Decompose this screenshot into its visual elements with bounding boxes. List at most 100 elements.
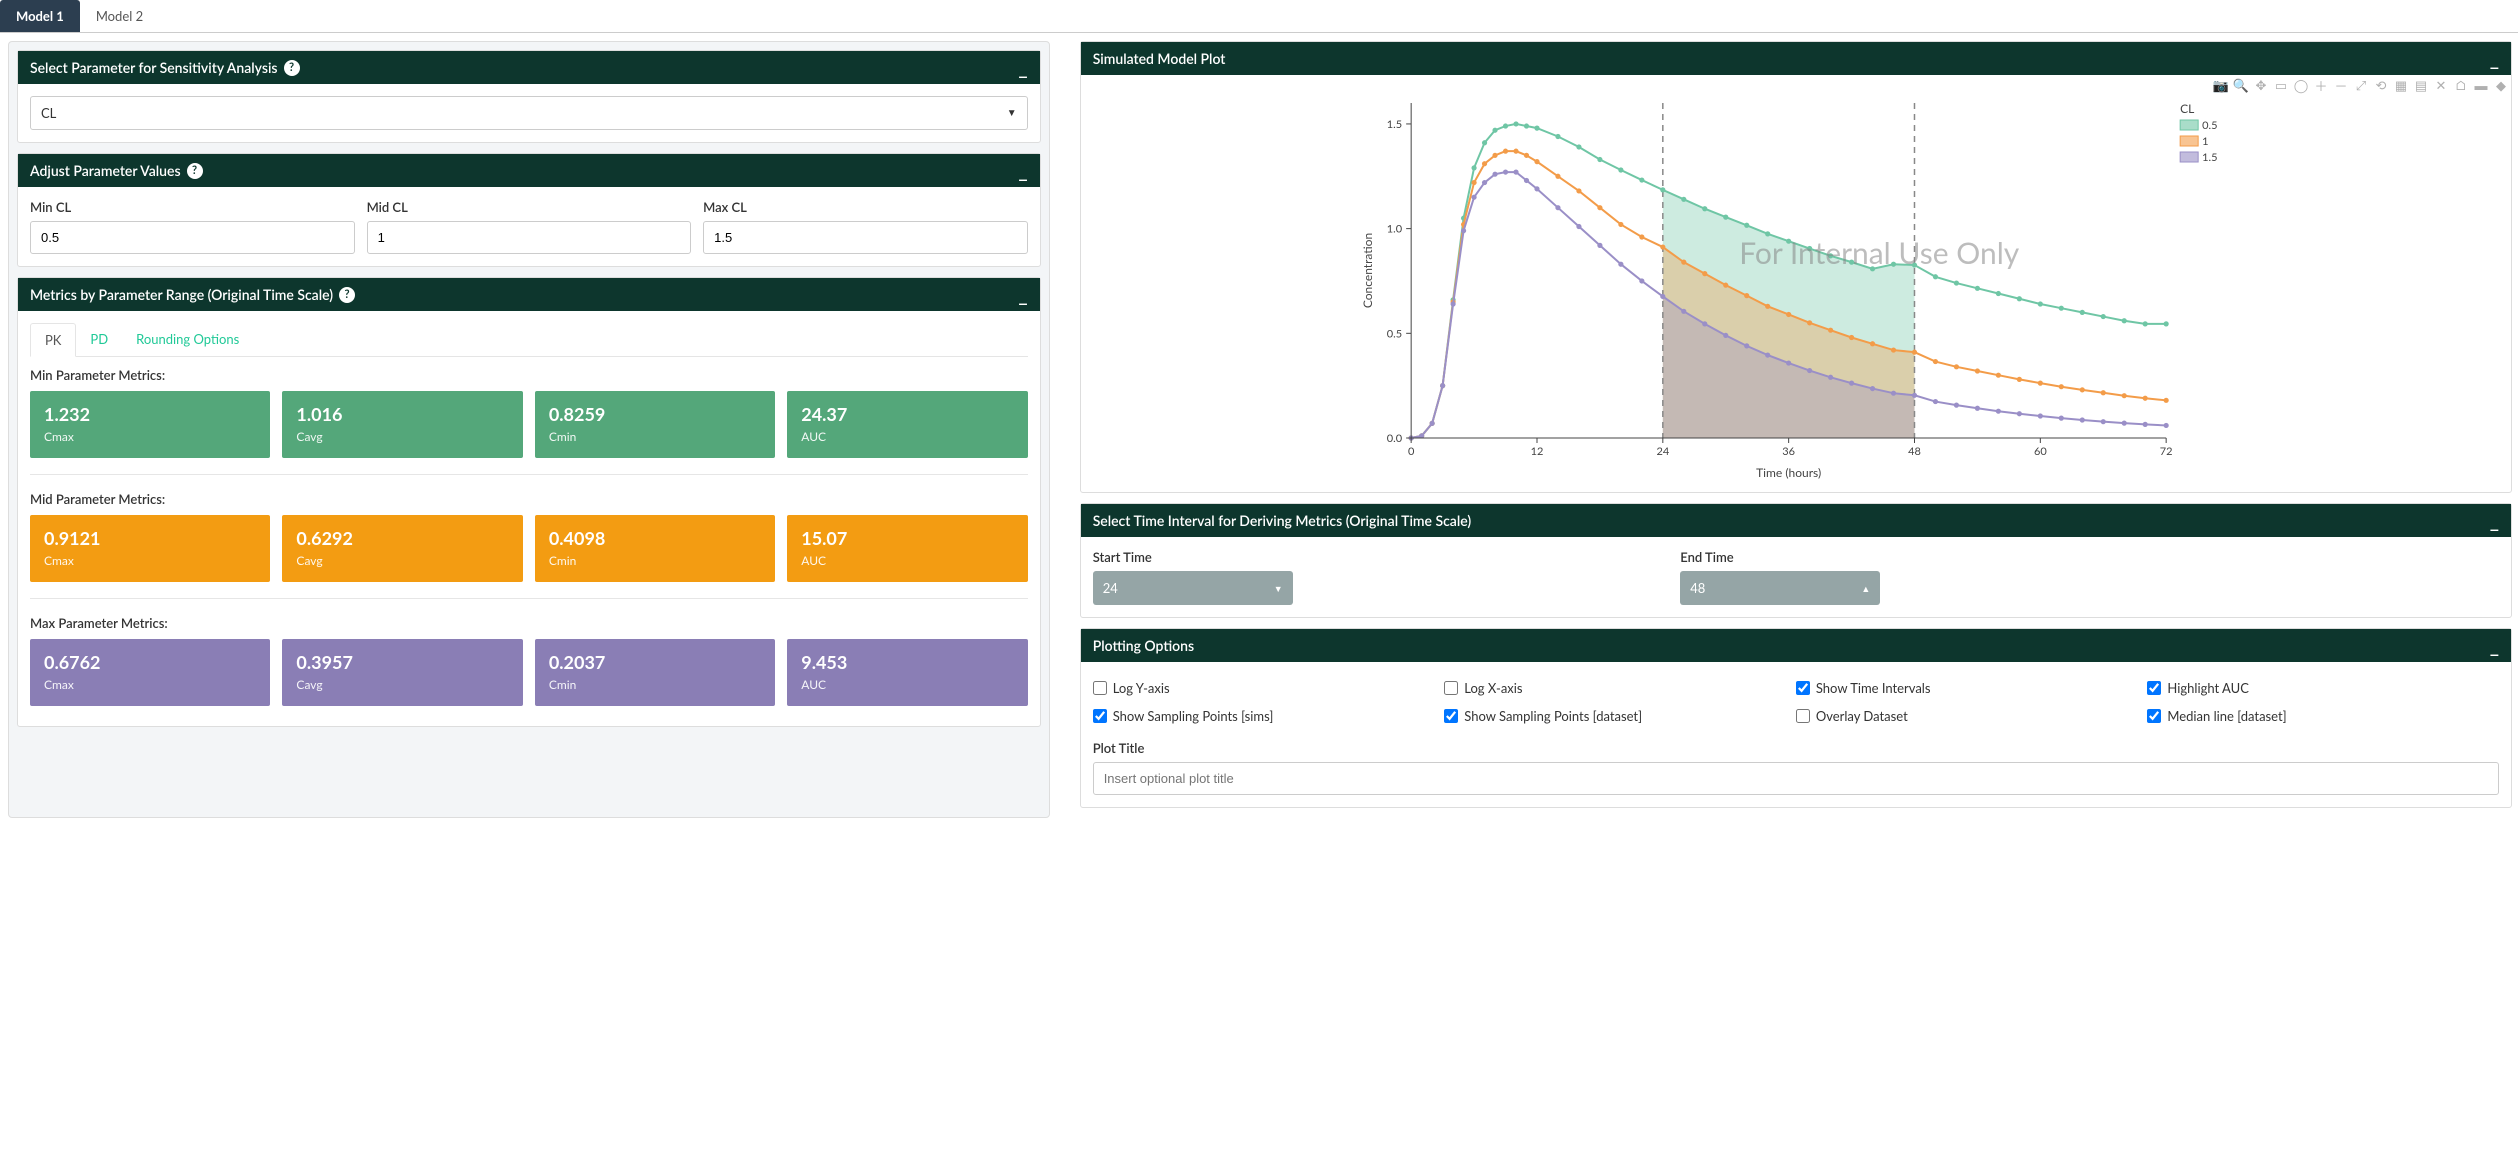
model-tab-1[interactable]: Model 1 [0, 0, 80, 32]
zoom-icon[interactable]: 🔍 [2233, 77, 2249, 93]
mid-cl-label: Mid CL [367, 199, 692, 215]
option-checkbox[interactable] [1796, 709, 1810, 723]
plot-title-input[interactable] [1093, 762, 2499, 795]
panel-header-time-interval[interactable]: Select Time Interval for Deriving Metric… [1081, 504, 2511, 537]
panel-header-select-parameter[interactable]: Select Parameter for Sensitivity Analysi… [18, 51, 1040, 84]
model-tab-2[interactable]: Model 2 [80, 0, 159, 32]
zoom-out-icon[interactable]: － [2333, 77, 2349, 93]
metric-label: Cavg [296, 677, 508, 692]
metric-value: 0.4098 [549, 527, 761, 549]
option-checkbox[interactable] [2147, 681, 2161, 695]
metrics-group-title: Min Parameter Metrics: [30, 367, 1028, 383]
option-label: Show Sampling Points [sims] [1113, 708, 1274, 724]
start-time-select[interactable]: 24 ▼ [1093, 571, 1293, 605]
option-checkbox[interactable] [1444, 709, 1458, 723]
toggle-spike-icon[interactable]: ▦ [2393, 77, 2409, 93]
max-cl-input[interactable] [703, 221, 1028, 254]
home-icon[interactable]: ⌂ [2453, 77, 2469, 93]
metrics-group-title: Mid Parameter Metrics: [30, 491, 1028, 507]
metric-label: Cavg [296, 429, 508, 444]
panel-header-metrics[interactable]: Metrics by Parameter Range (Original Tim… [18, 278, 1040, 311]
simulated-model-chart[interactable]: 01224364860720.00.51.01.5Time (hours)Con… [1087, 83, 2505, 483]
metric-card-cavg: 1.016Cavg [282, 391, 522, 458]
svg-text:CL: CL [2180, 101, 2194, 116]
panel-header-plot[interactable]: Simulated Model Plot _ [1081, 42, 2511, 75]
option-show-time-intervals[interactable]: Show Time Intervals [1796, 674, 2148, 702]
select-icon[interactable]: ▭ [2273, 77, 2289, 93]
svg-text:72: 72 [2159, 445, 2172, 458]
option-show-sampling-points-sims-[interactable]: Show Sampling Points [sims] [1093, 702, 1445, 730]
min-cl-label: Min CL [30, 199, 355, 215]
chevron-down-icon: ▼ [1007, 107, 1017, 119]
start-time-label: Start Time [1093, 549, 1293, 565]
toggle-icon[interactable]: ▬ [2473, 77, 2489, 93]
option-checkbox[interactable] [1093, 709, 1107, 723]
svg-text:1.5: 1.5 [2202, 151, 2217, 164]
option-overlay-dataset[interactable]: Overlay Dataset [1796, 702, 2148, 730]
metrics-tab-pd[interactable]: PD [76, 323, 122, 356]
max-cl-label: Max CL [703, 199, 1028, 215]
metric-card-cmax: 1.232Cmax [30, 391, 270, 458]
collapse-icon[interactable]: _ [2490, 641, 2499, 651]
close-icon[interactable]: ✕ [2433, 77, 2449, 93]
panel-header-plotting-options[interactable]: Plotting Options _ [1081, 629, 2511, 662]
panel-title: Simulated Model Plot [1093, 50, 1226, 67]
help-icon[interactable]: ? [284, 60, 300, 76]
metrics-tab-rounding-options[interactable]: Rounding Options [122, 323, 253, 356]
option-checkbox[interactable] [2147, 709, 2161, 723]
metric-value: 0.3957 [296, 651, 508, 673]
option-label: Median line [dataset] [2167, 708, 2286, 724]
option-log-y-axis[interactable]: Log Y-axis [1093, 674, 1445, 702]
metrics-tab-pk[interactable]: PK [30, 323, 76, 357]
spike-icon[interactable]: ▤ [2413, 77, 2429, 93]
metric-label: AUC [801, 553, 1013, 568]
panel-title: Adjust Parameter Values [30, 162, 181, 179]
panel-header-adjust[interactable]: Adjust Parameter Values ? _ [18, 154, 1040, 187]
metric-card-cmin: 0.8259Cmin [535, 391, 775, 458]
autoscale-icon[interactable]: ⤢ [2353, 77, 2369, 93]
svg-text:0.0: 0.0 [1386, 432, 1402, 445]
parameter-select[interactable]: CL ▼ [30, 96, 1028, 130]
option-median-line-dataset-[interactable]: Median line [dataset] [2147, 702, 2499, 730]
metrics-sub-tabs: PKPDRounding Options [30, 323, 1028, 357]
svg-text:Time (hours): Time (hours) [1756, 465, 1821, 480]
help-icon[interactable]: ? [187, 163, 203, 179]
zoom-in-icon[interactable]: ＋ [2313, 77, 2329, 93]
collapse-icon[interactable]: _ [2490, 54, 2499, 64]
option-show-sampling-points-dataset-[interactable]: Show Sampling Points [dataset] [1444, 702, 1796, 730]
svg-text:Concentration: Concentration [1360, 233, 1375, 308]
collapse-icon[interactable]: _ [1018, 166, 1027, 176]
option-label: Show Sampling Points [dataset] [1464, 708, 1642, 724]
right-column: Simulated Model Plot _ 📷 🔍 ✥ ▭ ◯ ＋ － ⤢ ⟲… [1080, 41, 2518, 818]
panel-title: Select Time Interval for Deriving Metric… [1093, 512, 1471, 529]
collapse-icon[interactable]: _ [2490, 516, 2499, 526]
option-log-x-axis[interactable]: Log X-axis [1444, 674, 1796, 702]
reset-icon[interactable]: ⟲ [2373, 77, 2389, 93]
panel-select-parameter: Select Parameter for Sensitivity Analysi… [17, 50, 1041, 143]
option-highlight-auc[interactable]: Highlight AUC [2147, 674, 2499, 702]
logo-icon[interactable]: ◆ [2493, 77, 2509, 93]
option-label: Log X-axis [1464, 680, 1522, 696]
mid-cl-input[interactable] [367, 221, 692, 254]
metric-value: 15.07 [801, 527, 1013, 549]
option-checkbox[interactable] [1444, 681, 1458, 695]
end-time-value: 48 [1690, 580, 1705, 596]
help-icon[interactable]: ? [339, 287, 355, 303]
panel-metrics: Metrics by Parameter Range (Original Tim… [17, 277, 1041, 727]
min-cl-input[interactable] [30, 221, 355, 254]
metric-label: Cmin [549, 677, 761, 692]
metric-label: Cmax [44, 677, 256, 692]
option-checkbox[interactable] [1093, 681, 1107, 695]
pan-icon[interactable]: ✥ [2253, 77, 2269, 93]
option-checkbox[interactable] [1796, 681, 1810, 695]
panel-plotting-options: Plotting Options _ Log Y-axis Log X-axis S… [1080, 628, 2512, 808]
collapse-icon[interactable]: _ [1018, 290, 1027, 300]
lasso-icon[interactable]: ◯ [2293, 77, 2309, 93]
svg-text:0.5: 0.5 [1386, 327, 1401, 340]
metric-card-cavg: 0.6292Cavg [282, 515, 522, 582]
metric-card-cmax: 0.6762Cmax [30, 639, 270, 706]
end-time-select[interactable]: 48 ▲ [1680, 571, 1880, 605]
collapse-icon[interactable]: _ [1018, 63, 1027, 73]
panel-title: Select Parameter for Sensitivity Analysi… [30, 59, 278, 76]
camera-icon[interactable]: 📷 [2213, 77, 2229, 93]
